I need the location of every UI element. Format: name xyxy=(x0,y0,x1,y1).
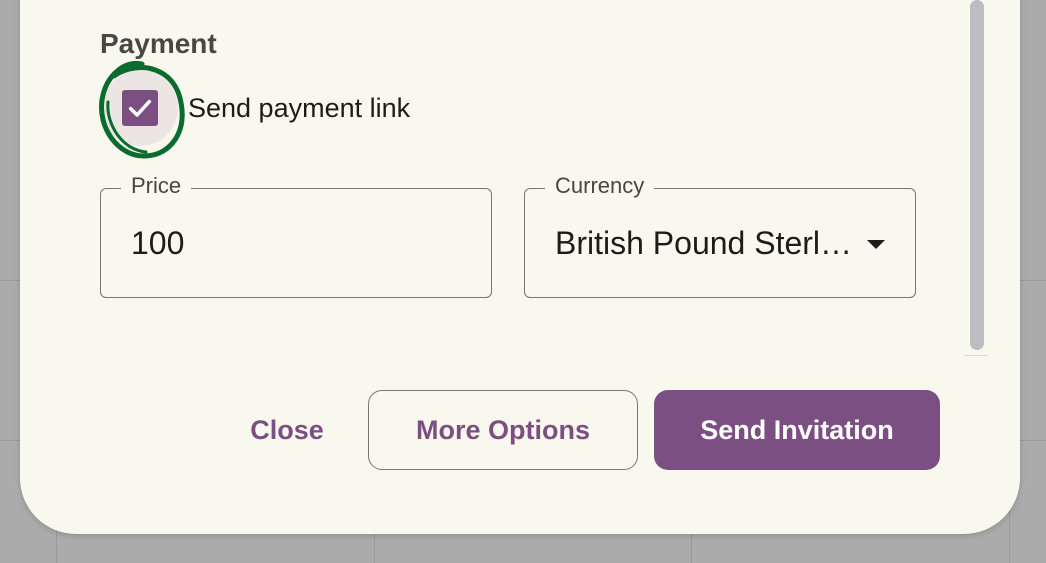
send-payment-link-label[interactable]: Send payment link xyxy=(188,93,410,124)
close-button[interactable]: Close xyxy=(240,390,334,470)
send-payment-link-row[interactable]: Send payment link xyxy=(99,60,410,159)
checkmark-icon xyxy=(128,99,152,117)
payment-section-title: Payment xyxy=(100,28,217,59)
price-input[interactable]: 100 xyxy=(131,225,184,262)
price-field[interactable]: Price 100 xyxy=(100,173,492,298)
currency-select[interactable]: Currency British Pound Sterling xyxy=(524,173,916,298)
send-invitation-button[interactable]: Send Invitation xyxy=(654,390,940,470)
scrollbar-end xyxy=(964,355,988,356)
more-options-button[interactable]: More Options xyxy=(368,390,638,470)
price-field-label: Price xyxy=(121,173,192,199)
scrollbar-thumb[interactable] xyxy=(970,0,984,350)
checkbox-checked-box xyxy=(122,90,158,126)
send-payment-link-checkbox[interactable] xyxy=(99,60,185,159)
currency-selected-value[interactable]: British Pound Sterling xyxy=(555,225,859,262)
dropdown-arrow-icon[interactable] xyxy=(867,240,885,249)
invitation-dialog: Payment Send payment link Price 100 Curr… xyxy=(20,0,1020,534)
currency-field-label: Currency xyxy=(545,173,655,199)
dialog-scrollbar[interactable] xyxy=(964,0,988,356)
